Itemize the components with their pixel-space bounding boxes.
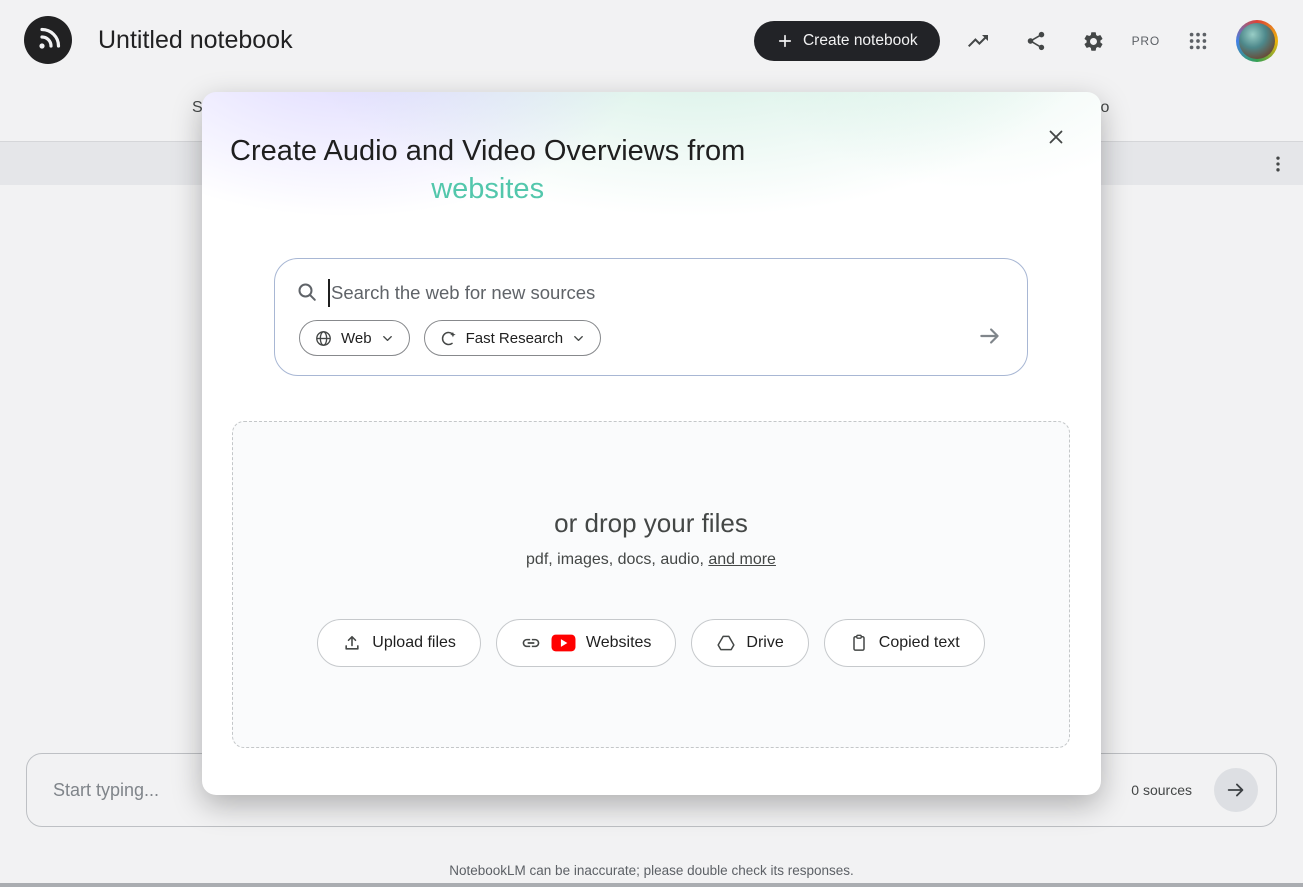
notebooklm-app: Untitled notebook Create notebook bbox=[0, 0, 1303, 887]
youtube-icon bbox=[551, 634, 576, 652]
chevron-down-icon bbox=[380, 331, 395, 346]
upload-icon bbox=[342, 633, 362, 653]
close-icon bbox=[1045, 126, 1067, 148]
sparkle-arc-icon bbox=[439, 329, 458, 348]
file-dropzone[interactable]: or drop your files pdf, images, docs, au… bbox=[232, 421, 1070, 748]
dropzone-heading: or drop your files bbox=[554, 508, 748, 539]
search-submit-button[interactable] bbox=[973, 319, 1007, 353]
dropzone-formats: pdf, images, docs, audio, and more bbox=[526, 551, 776, 569]
dialog-title-highlight: websites bbox=[431, 173, 544, 205]
chevron-down-icon bbox=[571, 331, 586, 346]
dialog-title-text: Create Audio and Video Overviews from bbox=[230, 135, 745, 167]
arrow-right-icon bbox=[977, 323, 1003, 349]
formats-text: pdf, images, docs, audio, bbox=[526, 551, 708, 568]
link-icon bbox=[521, 633, 541, 653]
copied-text-button[interactable]: Copied text bbox=[824, 619, 985, 667]
drive-button[interactable]: Drive bbox=[691, 619, 808, 667]
search-box: Web Fast Research bbox=[274, 258, 1028, 376]
source-buttons-row: Upload files Websites Dr bbox=[317, 619, 984, 667]
search-icon bbox=[295, 280, 319, 304]
web-source-chip[interactable]: Web bbox=[299, 320, 410, 356]
text-cursor bbox=[328, 279, 330, 307]
close-button[interactable] bbox=[1036, 117, 1076, 157]
upload-files-label: Upload files bbox=[372, 634, 456, 652]
dialog-title: Create Audio and Video Overviews from we… bbox=[230, 132, 745, 208]
clipboard-icon bbox=[849, 633, 869, 653]
copied-text-label: Copied text bbox=[879, 634, 960, 652]
upload-files-button[interactable]: Upload files bbox=[317, 619, 481, 667]
web-chip-label: Web bbox=[341, 330, 372, 347]
websites-button[interactable]: Websites bbox=[496, 619, 677, 667]
drive-label: Drive bbox=[746, 634, 783, 652]
research-chip-label: Fast Research bbox=[466, 330, 564, 347]
search-input[interactable] bbox=[331, 275, 951, 311]
drive-icon bbox=[716, 633, 736, 653]
websites-label: Websites bbox=[586, 634, 652, 652]
and-more-link[interactable]: and more bbox=[708, 551, 776, 568]
research-mode-chip[interactable]: Fast Research bbox=[424, 320, 602, 356]
search-filter-chips: Web Fast Research bbox=[299, 320, 601, 356]
globe-icon bbox=[314, 329, 333, 348]
create-sources-dialog: Create Audio and Video Overviews from we… bbox=[202, 92, 1101, 795]
